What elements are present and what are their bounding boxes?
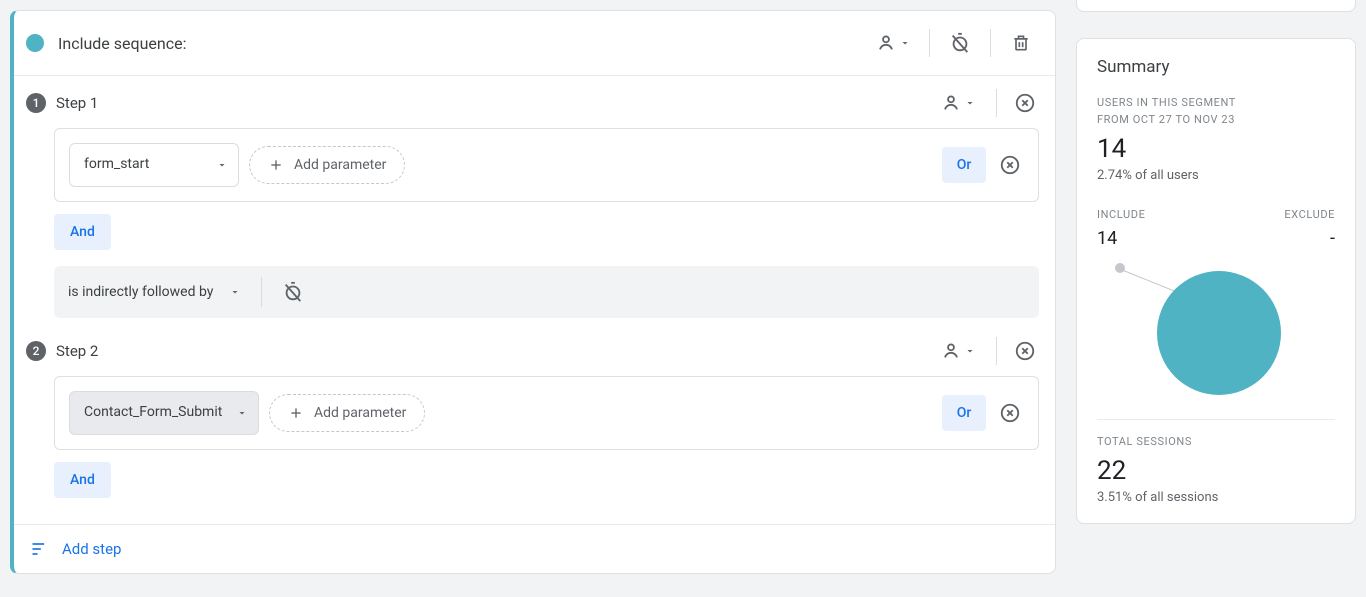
close-circle-icon xyxy=(1014,340,1036,362)
step-row: 2 Step 2 Contact_Form_Submit xyxy=(14,318,1055,514)
add-step-button[interactable]: Add step xyxy=(14,524,1055,573)
add-parameter-label: Add parameter xyxy=(294,157,386,173)
remove-condition-button[interactable] xyxy=(996,399,1024,427)
remove-step-button[interactable] xyxy=(1011,337,1039,365)
exclude-label: EXCLUDE xyxy=(1284,207,1335,224)
remove-condition-button[interactable] xyxy=(996,151,1024,179)
and-button[interactable]: And xyxy=(54,462,111,498)
chevron-down-icon xyxy=(229,286,241,298)
close-circle-icon xyxy=(999,154,1021,176)
close-circle-icon xyxy=(1014,92,1036,114)
event-select[interactable]: form_start xyxy=(69,143,239,187)
sessions-percent: 3.51% of all sessions xyxy=(1097,490,1335,505)
sessions-value: 22 xyxy=(1097,456,1335,486)
users-percent: 2.74% of all users xyxy=(1097,168,1335,183)
divider xyxy=(261,277,262,307)
divider xyxy=(929,29,930,57)
follow-type-dropdown[interactable]: is indirectly followed by xyxy=(68,284,241,300)
chevron-down-icon xyxy=(964,345,976,357)
chevron-down-icon xyxy=(899,37,911,49)
or-button[interactable]: Or xyxy=(942,395,986,431)
trash-icon xyxy=(1011,33,1031,53)
user-icon xyxy=(875,32,897,54)
step-number-badge: 1 xyxy=(26,93,46,113)
include-value: 14 xyxy=(1097,228,1145,249)
include-label: INCLUDE xyxy=(1097,207,1145,224)
step-label: Step 1 xyxy=(56,94,924,112)
step-scope-dropdown[interactable] xyxy=(934,334,982,368)
venn-connector-icon xyxy=(1121,269,1177,292)
add-step-label: Add step xyxy=(62,540,121,558)
delete-sequence-button[interactable] xyxy=(1003,25,1039,61)
sequence-header: Include sequence: xyxy=(14,11,1055,76)
summary-title: Summary xyxy=(1097,57,1335,77)
steps-icon xyxy=(30,539,50,559)
and-button[interactable]: And xyxy=(54,214,111,250)
sequence-timer-button[interactable] xyxy=(942,25,978,61)
divider xyxy=(990,29,991,57)
chevron-down-icon xyxy=(236,407,248,419)
step-condition-row: Contact_Form_Submit Add parameter Or xyxy=(54,376,1039,450)
event-select[interactable]: Contact_Form_Submit xyxy=(69,391,259,435)
step-row: 1 Step 1 form_start xyxy=(14,76,1055,266)
or-button[interactable]: Or xyxy=(942,147,986,183)
summary-card: Summary USERS IN THIS SEGMENT FROM OCT 2… xyxy=(1076,38,1356,524)
add-parameter-label: Add parameter xyxy=(314,405,406,421)
add-parameter-button[interactable]: Add parameter xyxy=(269,394,425,432)
step-scope-dropdown[interactable] xyxy=(934,86,982,120)
users-value: 14 xyxy=(1097,134,1335,164)
chevron-down-icon xyxy=(964,97,976,109)
step-label: Step 2 xyxy=(56,342,924,360)
sequence-scope-dropdown[interactable] xyxy=(869,26,917,60)
venn-big-circle-icon xyxy=(1157,271,1281,395)
step-timer-button[interactable] xyxy=(282,274,304,310)
user-icon xyxy=(940,340,962,362)
plus-icon xyxy=(288,405,304,421)
step-condition-row: form_start Add parameter Or xyxy=(54,128,1039,202)
timer-off-icon xyxy=(949,32,971,54)
sessions-label: TOTAL SESSIONS xyxy=(1097,434,1335,451)
follow-type-label: is indirectly followed by xyxy=(68,284,213,300)
add-parameter-button[interactable]: Add parameter xyxy=(249,146,405,184)
remove-step-button[interactable] xyxy=(1011,89,1039,117)
close-circle-icon xyxy=(999,402,1021,424)
timer-off-icon xyxy=(282,281,304,303)
divider xyxy=(1097,419,1335,420)
collapsed-card xyxy=(1076,0,1356,12)
event-name: form_start xyxy=(84,156,149,174)
summary-kicker: USERS IN THIS SEGMENT FROM OCT 27 TO NOV… xyxy=(1097,95,1335,128)
exclude-value: - xyxy=(1284,228,1335,249)
step-number-badge: 2 xyxy=(26,341,46,361)
venn-diagram xyxy=(1097,255,1335,405)
sequence-card: Include sequence: xyxy=(10,10,1056,574)
divider xyxy=(996,89,997,117)
plus-icon xyxy=(268,157,284,173)
sequence-title: Include sequence: xyxy=(58,34,869,53)
divider xyxy=(996,337,997,365)
sequence-indicator-icon xyxy=(26,34,44,52)
follow-bar: is indirectly followed by xyxy=(54,266,1039,318)
user-icon xyxy=(940,92,962,114)
event-name: Contact_Form_Submit xyxy=(84,404,222,422)
chevron-down-icon xyxy=(216,159,228,171)
